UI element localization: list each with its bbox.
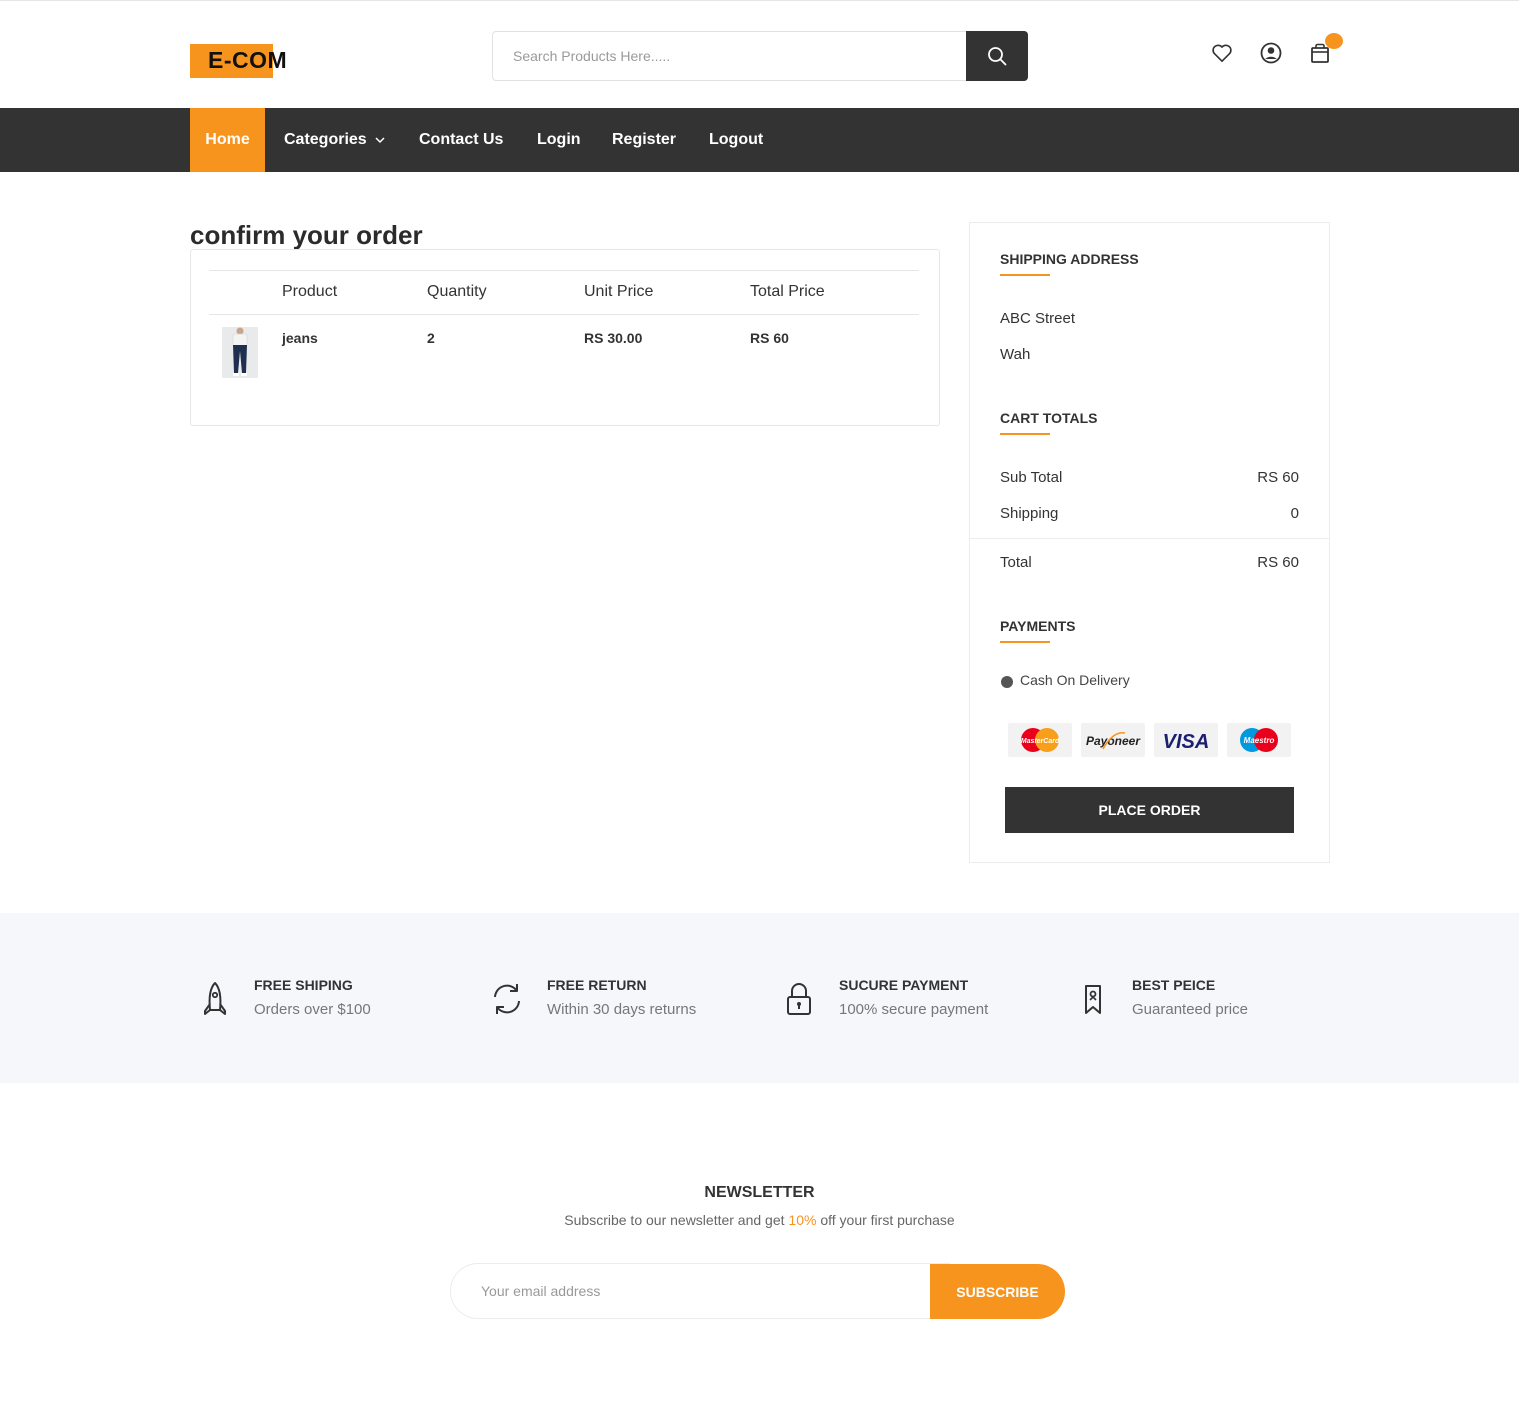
account-button[interactable]	[1258, 40, 1284, 66]
search-button[interactable]	[966, 31, 1028, 81]
nav-item-logout[interactable]: Logout	[709, 108, 763, 172]
feature-title-shipping: FREE SHIPING	[254, 977, 353, 993]
maestro-text: Maestro	[1244, 736, 1275, 745]
lock-icon	[787, 983, 811, 1015]
newsletter-subtitle-end: off your first purchase	[816, 1212, 955, 1228]
payoneer-logo: Payoneer	[1081, 723, 1145, 757]
feature-title-payment: SUCURE PAYMENT	[839, 977, 969, 993]
search-bar	[492, 31, 1028, 81]
cell-total-price: RS 60	[750, 330, 789, 346]
discount-highlight: 10%	[788, 1212, 817, 1228]
feature-subtitle-payment: 100% secure payment	[839, 1001, 989, 1018]
cell-quantity: 2	[427, 330, 435, 346]
nav-item-contact[interactable]: Contact Us	[419, 108, 503, 172]
cart-totals-title: CART TOTALS	[1000, 410, 1098, 426]
mastercard-text: MasterCard	[1021, 738, 1060, 745]
nav-item-categories-label: Categories	[284, 131, 367, 148]
nav-item-categories[interactable]: Categories	[284, 108, 386, 172]
newsletter-form	[450, 1263, 950, 1319]
column-header-unit-price: Unit Price	[584, 283, 654, 300]
feature-title-return: FREE RETURN	[547, 977, 647, 993]
subscribe-button[interactable]: SUBSCRIBE	[930, 1264, 1065, 1319]
totals-divider	[970, 538, 1329, 539]
nav-item-login[interactable]: Login	[537, 108, 581, 172]
refresh-icon	[494, 984, 520, 1014]
title-underline	[1000, 274, 1050, 276]
visa-text: VISA	[1163, 731, 1210, 753]
visa-logo: VISA	[1154, 723, 1218, 757]
title-underline	[1000, 641, 1050, 643]
total-label: Total	[1000, 554, 1032, 571]
column-header-total-price: Total Price	[750, 283, 825, 300]
place-order-button[interactable]: PLACE ORDER	[1005, 787, 1294, 833]
chevron-down-icon	[375, 137, 385, 143]
feature-title-price: BEST PEICE	[1132, 977, 1216, 993]
address-line-2: Wah	[1000, 346, 1031, 363]
email-field[interactable]	[481, 1264, 921, 1318]
wishlist-button[interactable]	[1209, 40, 1235, 66]
total-value: RS 60	[1257, 554, 1299, 571]
newsletter-subtitle-start: Subscribe to our newsletter and get	[564, 1212, 789, 1228]
maestro-logo: Maestro	[1227, 723, 1291, 757]
newsletter-subtitle: Subscribe to our newsletter and get 10% …	[0, 1212, 1519, 1228]
jeans-image	[222, 327, 258, 378]
newsletter-title: NEWSLETTER	[704, 1184, 815, 1201]
heart-icon	[1212, 44, 1232, 62]
feature-subtitle-price: Guaranteed price	[1132, 1001, 1248, 1018]
shipping-label: Shipping	[1000, 505, 1059, 522]
top-border	[0, 0, 1519, 1]
cash-on-delivery-label[interactable]: Cash On Delivery	[1020, 672, 1130, 688]
address-line-1: ABC Street	[1000, 310, 1076, 327]
title-underline	[1000, 433, 1050, 435]
cash-on-delivery-radio[interactable]	[1001, 676, 1013, 688]
user-icon	[1260, 42, 1282, 64]
nav-item-home[interactable]: Home	[190, 108, 265, 172]
subtotal-label: Sub Total	[1000, 469, 1063, 486]
table-divider	[209, 314, 919, 315]
cell-product: jeans	[282, 330, 318, 346]
subtotal-value: RS 60	[1257, 469, 1299, 486]
shipping-address-title: SHIPPING ADDRESS	[1000, 251, 1139, 267]
mastercard-logo: MasterCard	[1008, 723, 1072, 757]
search-icon	[988, 47, 1007, 66]
payments-title: PAYMENTS	[1000, 618, 1076, 634]
rocket-icon	[204, 982, 226, 1015]
search-input[interactable]	[513, 32, 953, 80]
column-header-quantity: Quantity	[427, 283, 487, 300]
nav-item-register[interactable]: Register	[612, 108, 676, 172]
feature-subtitle-shipping: Orders over $100	[254, 1001, 371, 1018]
product-thumbnail[interactable]	[222, 327, 258, 378]
page-title: confirm your order	[190, 220, 423, 250]
column-header-product: Product	[282, 283, 338, 300]
shipping-value: 0	[1290, 505, 1299, 522]
logo-text[interactable]: E-COM	[208, 47, 287, 74]
tag-icon	[1085, 985, 1101, 1014]
feature-subtitle-return: Within 30 days returns	[547, 1001, 697, 1018]
cell-unit-price: RS 30.00	[584, 330, 643, 346]
cart-count-badge	[1325, 33, 1343, 49]
table-divider	[209, 270, 919, 271]
